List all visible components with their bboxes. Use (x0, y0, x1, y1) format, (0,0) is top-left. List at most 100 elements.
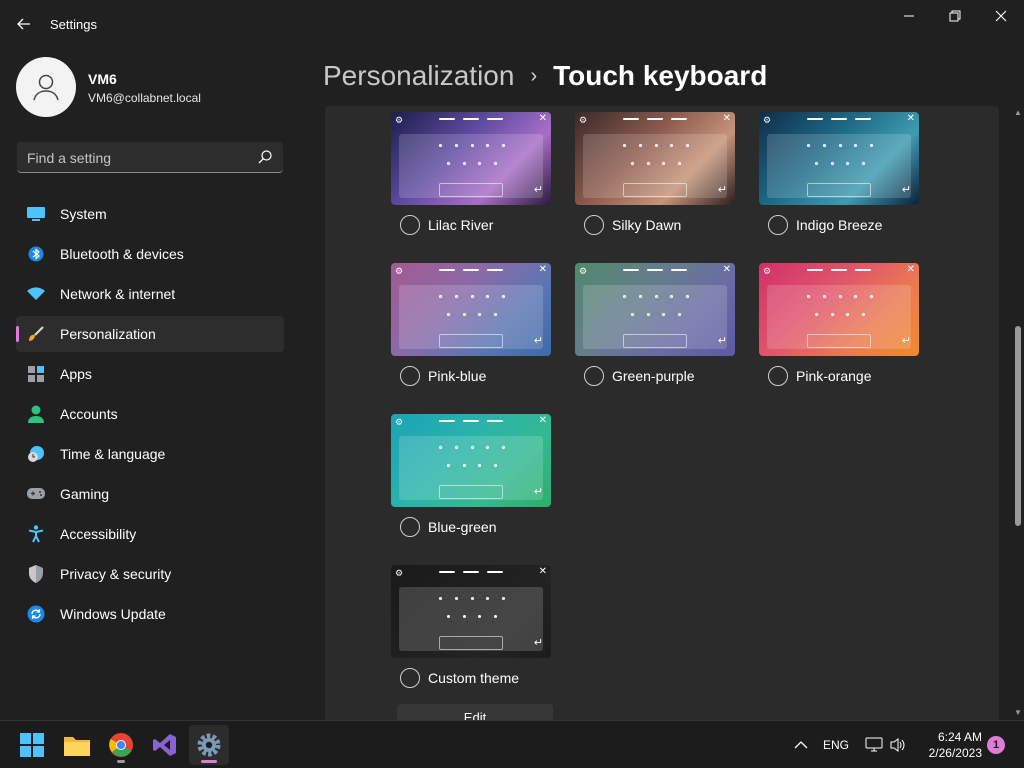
start-button[interactable] (12, 725, 52, 765)
dash-icon (439, 420, 455, 422)
theme-card-pink-blue[interactable]: ⚙ ✕ ↵ Pink-blue (391, 263, 551, 396)
gear-icon: ⚙ (763, 266, 772, 276)
theme-option[interactable]: Indigo Breeze (759, 205, 919, 245)
sidebar-item-network[interactable]: Network & internet (16, 276, 284, 312)
dash-icon (807, 269, 823, 271)
theme-label: Custom theme (428, 670, 520, 686)
sidebar-item-system[interactable]: System (16, 196, 284, 232)
taskbar-clock[interactable]: 6:24 AM 2/26/2023 (916, 729, 982, 761)
theme-preview[interactable]: ⚙ ✕ ↵ (759, 263, 919, 356)
sidebar-item-time-language[interactable]: Time & language (16, 436, 284, 472)
taskbar-settings[interactable] (189, 725, 229, 765)
sidebar-item-windows-update[interactable]: Windows Update (16, 596, 284, 632)
theme-preview[interactable]: ⚙ ✕ ↵ (391, 565, 551, 658)
key-row (815, 162, 865, 165)
key-row (447, 162, 497, 165)
breadcrumb-parent[interactable]: Personalization (323, 60, 514, 92)
title-bar: Settings (0, 0, 1024, 48)
theme-option[interactable]: Pink-blue (391, 356, 551, 396)
minimize-button[interactable] (886, 0, 932, 32)
page-title: Touch keyboard (553, 60, 768, 91)
search-icon (258, 150, 272, 164)
gear-icon: ⚙ (763, 115, 772, 125)
active-indicator (201, 760, 217, 763)
sidebar-item-accounts[interactable]: Accounts (16, 396, 284, 432)
key-row (439, 144, 505, 147)
radio-button[interactable] (584, 215, 604, 235)
dash-icon (439, 269, 455, 271)
edit-theme-button[interactable]: Edit (397, 704, 553, 720)
radio-button[interactable] (400, 366, 420, 386)
radio-button[interactable] (584, 366, 604, 386)
theme-preview[interactable]: ⚙ ✕ ↵ (575, 263, 735, 356)
dash-icon (463, 118, 479, 120)
close-icon: ✕ (538, 264, 547, 275)
input-language-indicator[interactable]: ENG (823, 738, 849, 752)
brush-icon (27, 325, 45, 343)
theme-preview[interactable]: ⚙ ✕ ↵ (391, 263, 551, 356)
dash-icon (671, 269, 687, 271)
theme-option[interactable]: Lilac River (391, 205, 551, 245)
scroll-down-arrow-icon[interactable]: ▼ (1013, 708, 1023, 718)
key-row (631, 313, 681, 316)
theme-card-lilac-river[interactable]: ⚙ ✕ ↵ Lilac River (391, 112, 551, 245)
close-button[interactable] (978, 0, 1024, 32)
dash-icon (463, 269, 479, 271)
sidebar-item-apps[interactable]: Apps (16, 356, 284, 392)
taskbar-visual-studio[interactable] (145, 725, 185, 765)
wifi-icon (27, 285, 45, 303)
theme-card-pink-orange[interactable]: ⚙ ✕ ↵ Pink-orange (759, 263, 919, 396)
theme-card-silky-dawn[interactable]: ⚙ ✕ ↵ Silky Dawn (575, 112, 735, 245)
sidebar-item-label: Bluetooth & devices (60, 246, 184, 262)
dash-icon (855, 269, 871, 271)
avatar[interactable] (16, 57, 76, 117)
radio-button[interactable] (400, 668, 420, 688)
key-row (623, 295, 689, 298)
dash-icon (623, 269, 639, 271)
restore-button[interactable] (932, 0, 978, 32)
radio-button[interactable] (400, 215, 420, 235)
sidebar-item-personalization[interactable]: Personalization (16, 316, 284, 352)
enter-key-icon: ↵ (533, 335, 543, 347)
theme-card-green-purple[interactable]: ⚙ ✕ ↵ Green-purple (575, 263, 735, 396)
dash-icon (623, 118, 639, 120)
sidebar-item-label: Privacy & security (60, 566, 172, 582)
network-icon[interactable] (864, 735, 884, 755)
notification-badge[interactable]: 1 (987, 736, 1005, 754)
gear-icon: ⚙ (395, 417, 404, 427)
taskbar-file-explorer[interactable] (57, 725, 97, 765)
theme-preview[interactable]: ⚙ ✕ ↵ (391, 112, 551, 205)
volume-icon[interactable] (888, 735, 908, 755)
radio-button[interactable] (768, 215, 788, 235)
theme-preview[interactable]: ⚙ ✕ ↵ (575, 112, 735, 205)
sidebar-item-gaming[interactable]: Gaming (16, 476, 284, 512)
theme-preview[interactable]: ⚙ ✕ ↵ (759, 112, 919, 205)
radio-button[interactable] (768, 366, 788, 386)
scrollbar-thumb[interactable] (1015, 326, 1021, 526)
sidebar-item-label: Accounts (60, 406, 118, 422)
back-button[interactable] (12, 10, 36, 38)
scrollbar[interactable]: ▲ ▼ (1011, 106, 1024, 720)
taskbar-chrome[interactable] (101, 725, 141, 765)
theme-option[interactable]: Custom theme (391, 658, 551, 698)
gamepad-icon (27, 485, 45, 503)
sidebar-item-bluetooth[interactable]: Bluetooth & devices (16, 236, 284, 272)
theme-card-blue-green[interactable]: ⚙ ✕ ↵ Blue-green (391, 414, 551, 547)
sidebar-item-accessibility[interactable]: Accessibility (16, 516, 284, 552)
radio-button[interactable] (400, 517, 420, 537)
chevron-up-icon (794, 741, 808, 749)
theme-option[interactable]: Silky Dawn (575, 205, 735, 245)
theme-option[interactable]: Green-purple (575, 356, 735, 396)
scroll-up-arrow-icon[interactable]: ▲ (1013, 108, 1023, 118)
gear-icon (197, 733, 221, 757)
show-hidden-icons-button[interactable] (792, 736, 810, 754)
theme-option[interactable]: Blue-green (391, 507, 551, 547)
theme-card-custom-theme[interactable]: ⚙ ✕ ↵ Custom theme (391, 565, 551, 698)
theme-option[interactable]: Pink-orange (759, 356, 919, 396)
sidebar-item-label: Accessibility (60, 526, 137, 542)
theme-preview[interactable]: ⚙ ✕ ↵ (391, 414, 551, 507)
search-input[interactable]: Find a setting (17, 142, 283, 173)
sidebar-item-label: Gaming (60, 486, 110, 502)
sidebar-item-privacy-security[interactable]: Privacy & security (16, 556, 284, 592)
theme-card-indigo-breeze[interactable]: ⚙ ✕ ↵ Indigo Breeze (759, 112, 919, 245)
